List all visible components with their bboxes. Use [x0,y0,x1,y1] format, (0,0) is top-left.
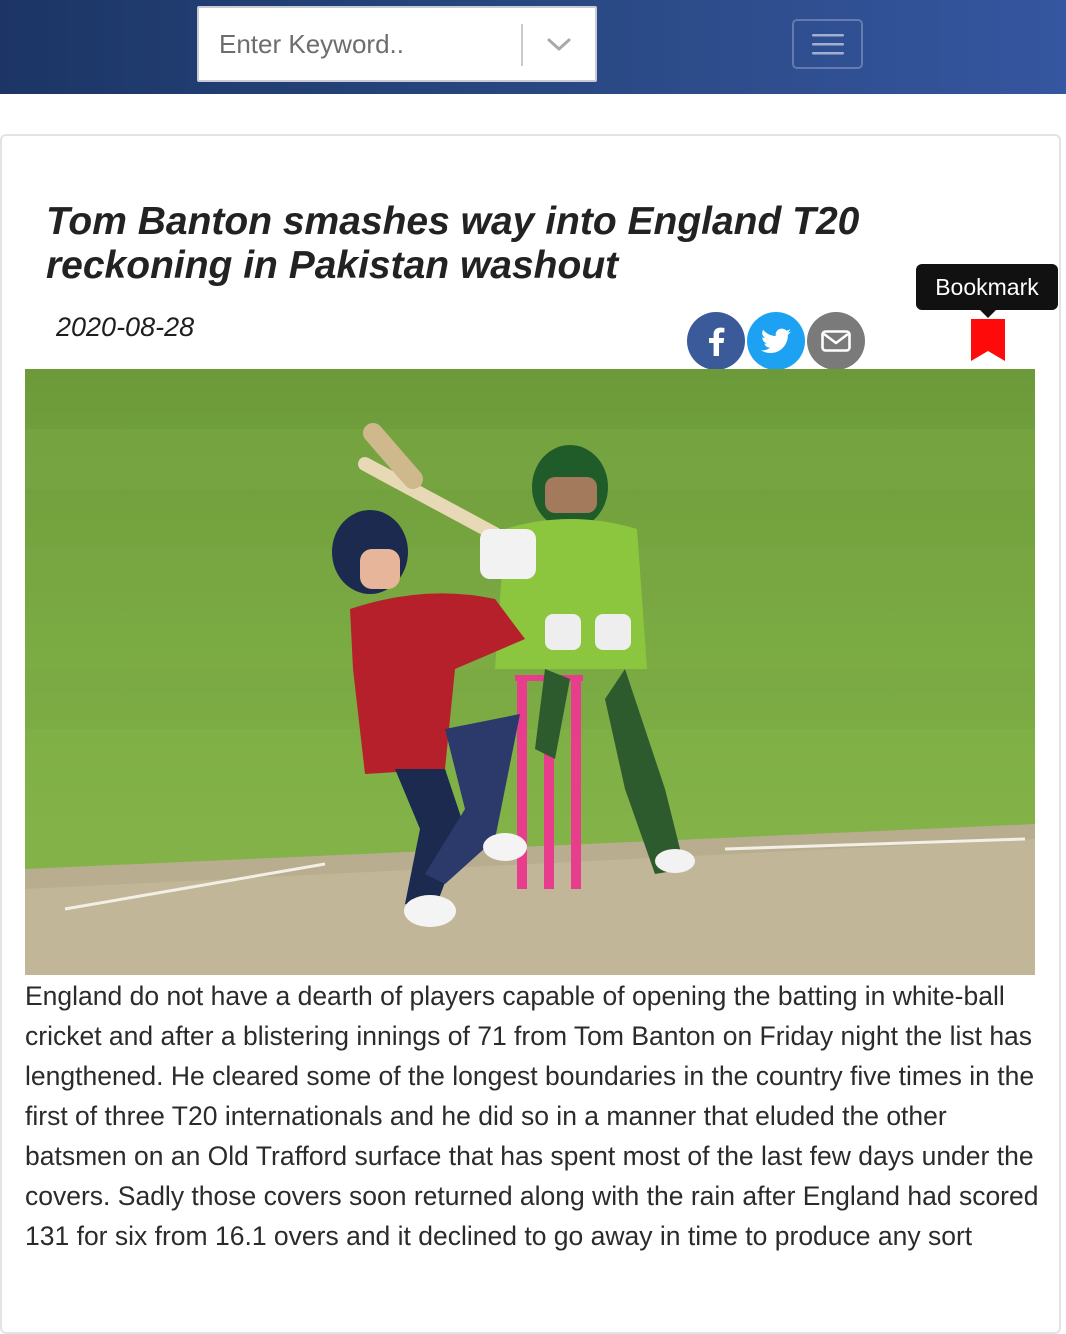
article-photo [25,369,1035,975]
article-title: Tom Banton smashes way into England T20 … [46,200,860,287]
share-twitter-button[interactable] [747,312,805,370]
bookmark-tooltip: Bookmark [916,264,1058,310]
article-date: 2020-08-28 [56,312,195,342]
keyword-search-box [197,6,597,82]
hamburger-menu-icon [811,34,844,55]
top-nav-bar [0,0,1066,94]
keyword-search-input[interactable] [201,10,519,78]
email-icon [821,330,851,352]
menu-toggle-button[interactable] [792,19,863,69]
twitter-icon [761,328,791,353]
bookmark-icon [971,319,1005,361]
chevron-down-icon [547,38,571,51]
share-facebook-button[interactable] [687,312,745,370]
article-body-text: England do not have a dearth of players … [25,981,1039,1251]
search-divider [521,24,523,66]
search-dropdown-button[interactable] [529,16,589,74]
tooltip-arrow [979,309,997,318]
facebook-icon [709,327,725,356]
share-email-button[interactable] [807,312,865,370]
bookmark-button[interactable] [970,318,1006,362]
